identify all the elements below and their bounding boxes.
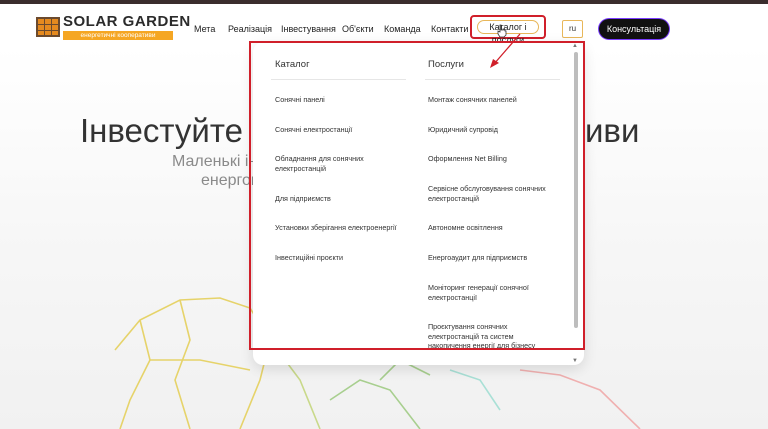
- catalog-item-storage[interactable]: Установки зберігання електроенергії: [275, 223, 410, 233]
- logo[interactable]: SOLAR GARDEN енергетичні кооперативи: [35, 14, 190, 40]
- scroll-down-arrow-icon[interactable]: ▼: [572, 358, 578, 364]
- catalog-item-solar-stations[interactable]: Сонячні електростанції: [275, 125, 405, 135]
- catalog-services-dropdown: Каталог Сонячні панелі Сонячні електрост…: [253, 42, 584, 365]
- catalog-divider: [271, 79, 406, 80]
- red-arrow-icon: [490, 33, 521, 68]
- hero-subtitle-line-2: енергок: [201, 172, 258, 189]
- services-heading: Послуги: [428, 59, 464, 70]
- scroll-up-arrow-icon[interactable]: ▲: [572, 43, 578, 49]
- catalog-item-solar-panels[interactable]: Сонячні панелі: [275, 95, 405, 105]
- hero-subtitle-line-1: Маленькі ін: [172, 153, 258, 170]
- nav-item-objects[interactable]: Об'єкти: [342, 24, 374, 34]
- dropdown-scrollbar[interactable]: [574, 52, 578, 328]
- solar-panel-icon: [36, 17, 60, 37]
- service-item-maintenance[interactable]: Сервісне обслуговування сонячних електро…: [428, 184, 553, 203]
- catalog-item-enterprises[interactable]: Для підприємств: [275, 194, 405, 204]
- nav-item-realization[interactable]: Реалізація: [228, 24, 272, 34]
- brand-title: SOLAR GARDEN: [63, 13, 191, 30]
- service-item-legal[interactable]: Юридичний супровід: [428, 125, 558, 135]
- consultation-button[interactable]: Консультація: [599, 19, 669, 39]
- nav-item-team[interactable]: Команда: [384, 24, 421, 34]
- nav-item-contacts[interactable]: Контакти: [431, 24, 468, 34]
- hero-title: Інвестуйте в: [80, 112, 270, 149]
- catalog-item-equipment[interactable]: Обладнання для сонячних електростанцій: [275, 154, 375, 173]
- brand-subtitle: енергетичні кооперативи: [63, 31, 173, 40]
- hand-cursor-icon: [497, 24, 507, 38]
- service-item-energy-audit[interactable]: Енергоаудит для підприємств: [428, 253, 558, 263]
- service-item-net-billing[interactable]: Оформлення Net Billing: [428, 154, 558, 164]
- service-item-lighting[interactable]: Автономне освітлення: [428, 223, 558, 233]
- site-header: SOLAR GARDEN енергетичні кооперативи Мет…: [0, 4, 768, 46]
- catalog-item-investment-projects[interactable]: Інвестиційні проєкти: [275, 253, 405, 263]
- nav-item-meta[interactable]: Мета: [194, 24, 215, 34]
- catalog-heading: Каталог: [275, 59, 310, 70]
- language-switch[interactable]: ru: [562, 20, 583, 38]
- nav-item-investing[interactable]: Інвестування: [281, 24, 336, 34]
- hero-title-end: иви: [585, 112, 640, 149]
- services-divider: [425, 79, 560, 80]
- service-item-installation[interactable]: Монтаж сонячних панелей: [428, 95, 558, 105]
- service-item-monitoring[interactable]: Моніторинг генерації сонячної електроста…: [428, 283, 538, 302]
- service-item-design[interactable]: Проєктування сонячних електростанцій та …: [428, 322, 543, 351]
